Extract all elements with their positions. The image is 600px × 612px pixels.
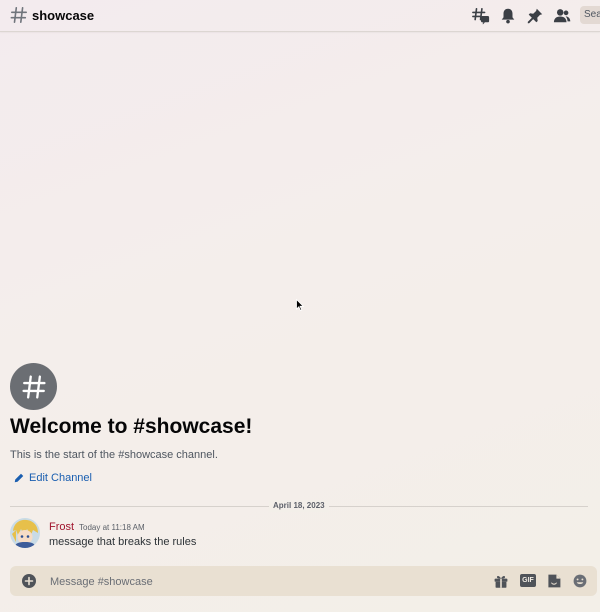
bell-icon[interactable] [499,7,517,25]
channel-hash-icon [10,6,28,24]
avatar[interactable] [10,518,40,548]
hash-icon [21,374,46,399]
message-composer: GIF [10,566,597,596]
channel-title: showcase [32,8,95,23]
pin-icon[interactable] [526,7,544,25]
gif-button[interactable]: GIF [520,574,536,587]
mouse-cursor-icon [296,299,304,311]
message-content: message that breaks the rules [49,536,197,548]
channel-header: showcase Search [0,0,600,32]
add-icon [24,576,34,586]
emoji-icon[interactable] [572,573,588,589]
message-input[interactable] [48,571,472,593]
edit-channel-link[interactable]: Edit Channel [14,472,92,484]
gift-icon[interactable] [493,573,509,589]
threads-icon[interactable] [472,7,490,25]
sticker-icon[interactable] [546,573,562,589]
message-timestamp: Today at 11:18 AM [79,523,145,532]
members-icon[interactable] [553,7,571,25]
search-box[interactable]: Search [580,6,600,24]
welcome-title: Welcome to #showcase! [10,415,253,438]
add-attachment-button[interactable] [22,574,36,588]
pencil-icon [14,473,24,483]
date-divider-label: April 18, 2023 [269,500,329,512]
message-author[interactable]: Frost [49,521,74,533]
channel-intro-icon [10,363,57,410]
edit-channel-label: Edit Channel [29,472,92,484]
avatar-image [10,518,40,548]
welcome-subtitle: This is the start of the #showcase chann… [10,449,218,461]
